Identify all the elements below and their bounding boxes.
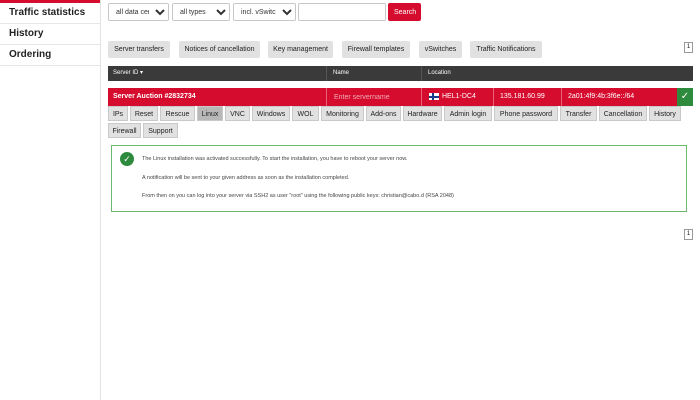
datacentre-select[interactable]: all data centres — [108, 3, 169, 21]
tab-support[interactable]: Support — [143, 123, 178, 138]
header-server-id[interactable]: Server ID ▾ — [113, 66, 143, 81]
table-header: Server ID ▾ Name Location — [108, 66, 693, 81]
server-transfers-button[interactable]: Server transfers — [108, 41, 170, 58]
pagination-bottom[interactable]: 1 — [684, 229, 693, 240]
tab-rescue[interactable]: Rescue — [160, 106, 195, 121]
tab-admin-login[interactable]: Admin login — [444, 106, 492, 121]
sidebar: Traffic statistics History Ordering — [0, 0, 101, 400]
row-divider — [326, 88, 327, 106]
traffic-notifications-button[interactable]: Traffic Notifications — [470, 41, 542, 58]
tab-reset[interactable]: Reset — [130, 106, 158, 121]
tab-ips[interactable]: IPs — [108, 106, 128, 121]
firewall-templates-button[interactable]: Firewall templates — [342, 41, 410, 58]
type-select[interactable]: all types — [172, 3, 230, 21]
server-name-input[interactable] — [328, 89, 420, 105]
sidebar-item-history[interactable]: History — [0, 24, 100, 45]
header-divider — [326, 66, 327, 81]
tab-cancellation[interactable]: Cancellation — [599, 106, 647, 121]
success-check-icon: ✓ — [120, 152, 134, 166]
server-tabs: IPs Reset Rescue Linux VNC Windows WOL M… — [108, 106, 693, 138]
vswitch-select[interactable]: incl. vSwitch — [233, 3, 296, 21]
server-ipv6: 2a01:4f9:4b:3f6e::/64 — [568, 93, 635, 100]
tab-phone-password[interactable]: Phone password — [494, 106, 558, 121]
check-icon: ✓ — [677, 88, 693, 106]
sidebar-item-traffic-statistics[interactable]: Traffic statistics — [0, 3, 100, 24]
search-button[interactable]: Search — [388, 3, 421, 21]
header-divider — [421, 66, 422, 81]
server-title[interactable]: Server Auction #2832734 — [113, 88, 196, 106]
tab-linux[interactable]: Linux — [197, 106, 223, 121]
tab-monitoring[interactable]: Monitoring — [321, 106, 364, 121]
search-input[interactable] — [298, 3, 386, 21]
row-divider — [561, 88, 562, 106]
pagination-top[interactable]: 1 — [684, 42, 693, 53]
message-line: The Linux installation was activated suc… — [142, 156, 408, 162]
message-line: A notification will be sent to your give… — [142, 175, 350, 181]
server-row[interactable]: Server Auction #2832734 HEL1-DC4 135.181… — [108, 88, 693, 106]
notices-of-cancellation-button[interactable]: Notices of cancellation — [179, 41, 260, 58]
tab-add-ons[interactable]: Add-ons — [366, 106, 401, 121]
finland-flag-icon — [429, 93, 439, 100]
message-line: From then on you can log into your serve… — [142, 193, 454, 199]
tab-history[interactable]: History — [649, 106, 681, 121]
server-ipv4: 135.181.60.99 — [500, 93, 545, 100]
header-location: Location — [428, 70, 451, 76]
header-name: Name — [333, 70, 350, 76]
key-management-button[interactable]: Key management — [268, 41, 333, 58]
server-location: HEL1-DC4 — [442, 93, 476, 100]
row-divider — [421, 88, 422, 106]
tab-firewall[interactable]: Firewall — [108, 123, 141, 138]
tab-wol[interactable]: WOL — [292, 106, 319, 121]
tab-transfer[interactable]: Transfer — [560, 106, 597, 121]
row-divider — [493, 88, 494, 106]
tab-windows[interactable]: Windows — [252, 106, 290, 121]
tab-vnc[interactable]: VNC — [225, 106, 250, 121]
sidebar-item-ordering[interactable]: Ordering — [0, 45, 100, 66]
success-message-panel: ✓ The Linux installation was activated s… — [111, 145, 687, 212]
vswitches-button[interactable]: vSwitches — [419, 41, 462, 58]
tab-hardware[interactable]: Hardware — [403, 106, 442, 121]
